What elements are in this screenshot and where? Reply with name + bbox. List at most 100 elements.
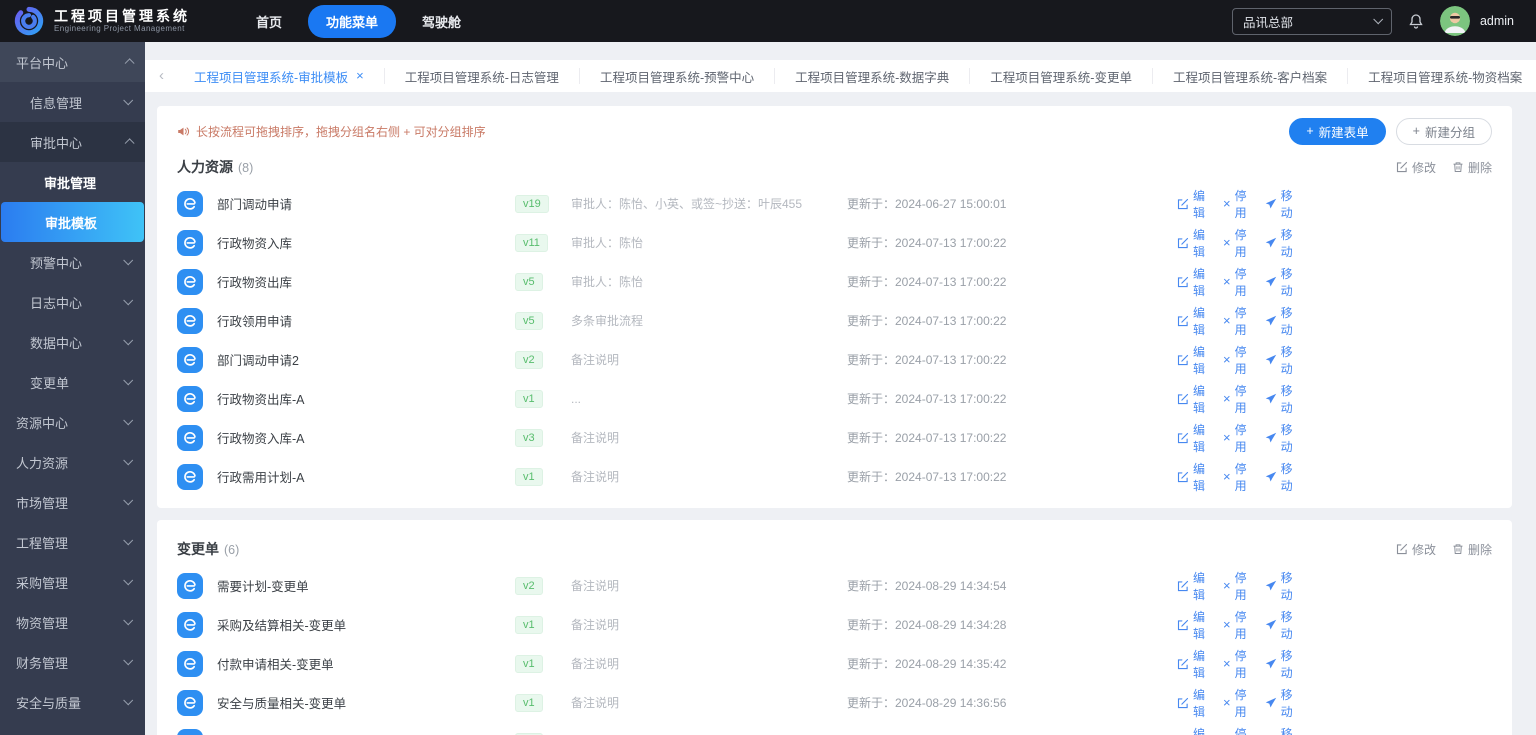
sidebar-item-采购管理[interactable]: 采购管理 [0,562,145,602]
template-row[interactable]: 行政物资出库 v5 审批人：陈怡 更新于：2024-07-13 17:00:22 编辑 ×… [177,262,1492,301]
main-area: ‹ 工程项目管理系统-审批模板 × 工程项目管理系统-日志管理 工程项目管理系统-预警… [145,0,1536,735]
tab-工程项目管理系统-预警中心[interactable]: 工程项目管理系统-预警中心 [578,68,774,85]
tab-工程项目管理系统-审批模板[interactable]: 工程项目管理系统-审批模板 × [174,68,384,85]
row-disable-button[interactable]: ×停用 [1223,304,1247,338]
template-row[interactable]: 行政物资入库 v11 审批人：陈怡 更新于：2024-07-13 17:00:22 编辑… [177,223,1492,262]
template-row[interactable]: 行政领用申请 v5 多条审批流程 更新于：2024-07-13 17:00:22 编辑 ×… [177,301,1492,340]
row-icon-cell [177,572,217,599]
row-edit-button[interactable]: 编辑 [1177,265,1205,299]
row-move-button[interactable]: 移动 [1265,382,1293,416]
nav-home[interactable]: 首页 [238,5,300,38]
sidebar-item-信息管理[interactable]: 信息管理 [0,82,145,122]
sidebar-item-审批中心[interactable]: 审批中心 [0,122,145,162]
sidebar-item-资源中心[interactable]: 资源中心 [0,402,145,442]
template-row[interactable]: 合同登记-变更单v1备注说明更新于：2024-10-11 11:58:54编辑×… [177,722,1492,735]
row-action-label: 编辑 [1193,687,1206,719]
row-disable-button[interactable]: ×停用 [1223,460,1247,494]
template-row[interactable]: 付款申请相关-变更单 v1 备注说明 更新于：2024-08-29 14:35:42 编… [177,644,1492,683]
row-move-button[interactable]: 移动 [1265,725,1293,735]
row-disable-button[interactable]: ×停用 [1223,382,1247,416]
nav-function-menu[interactable]: 功能菜单 [308,4,397,38]
row-edit-button[interactable]: 编辑 [1177,421,1205,455]
new-group-button[interactable]: + 新建分组 [1395,117,1492,145]
org-select[interactable]: 品讯总部 [1231,7,1392,35]
section-modify-button[interactable]: 修改 [1396,159,1436,176]
row-edit-button[interactable]: 编辑 [1177,226,1205,260]
row-move-button[interactable]: 移动 [1265,421,1293,455]
new-form-button[interactable]: + 新建表单 [1289,117,1386,145]
row-disable-button[interactable]: ×停用 [1223,343,1247,377]
sidebar-item-财务管理[interactable]: 财务管理 [0,642,145,682]
row-move-button[interactable]: 移动 [1265,569,1293,603]
sidebar-item-预警中心[interactable]: 预警中心 [0,242,145,282]
sidebar-item-平台中心[interactable]: 平台中心 [0,42,145,82]
template-row[interactable]: 需要计划-变更单 v2 备注说明 更新于：2024-08-29 14:34:54 编辑 ×… [177,566,1492,605]
template-row[interactable]: 行政物资入库-A v3 备注说明 更新于：2024-07-13 17:00:22 编辑 ×… [177,418,1492,457]
nav-cockpit[interactable]: 驾驶舱 [404,5,479,38]
tab-工程项目管理系统-物资档案[interactable]: 工程项目管理系统-物资档案 [1347,68,1536,85]
tab-工程项目管理系统-变更单[interactable]: 工程项目管理系统-变更单 [969,68,1152,85]
template-row[interactable]: 采购及结算相关-变更单 v1 备注说明 更新于：2024-08-29 14:34:28… [177,605,1492,644]
row-title: 部门调动申请2 [217,354,299,368]
sidebar-item-变更单[interactable]: 变更单 [0,362,145,402]
row-edit-button[interactable]: 编辑 [1177,304,1205,338]
row-edit-button[interactable]: 编辑 [1177,343,1205,377]
sidebar-item-审批管理[interactable]: 审批管理 [0,162,145,202]
row-move-button[interactable]: 移动 [1265,460,1293,494]
section-modify-button[interactable]: 修改 [1396,541,1436,558]
bell-icon[interactable] [1408,13,1424,29]
tab-工程项目管理系统-数据字典[interactable]: 工程项目管理系统-数据字典 [774,68,969,85]
avatar[interactable] [1439,6,1470,36]
row-disable-button[interactable]: ×停用 [1223,226,1247,260]
row-disable-button[interactable]: ×停用 [1223,569,1247,603]
tab-工程项目管理系统-日志管理[interactable]: 工程项目管理系统-日志管理 [383,68,579,85]
close-icon[interactable]: × [356,69,364,82]
chevron-down-icon [123,454,134,465]
tab-工程项目管理系统-客户档案[interactable]: 工程项目管理系统-客户档案 [1151,68,1347,85]
row-move-button[interactable]: 移动 [1265,187,1293,221]
sidebar-item-物资管理[interactable]: 物资管理 [0,602,145,642]
row-move-button[interactable]: 移动 [1265,686,1293,720]
sidebar-item-人力资源[interactable]: 人力资源 [0,442,145,482]
row-edit-button[interactable]: 编辑 [1177,382,1205,416]
row-disable-button[interactable]: ×停用 [1223,187,1247,221]
sidebar-item-工程管理[interactable]: 工程管理 [0,522,145,562]
template-row[interactable]: 行政需用计划-A v1 备注说明 更新于：2024-07-13 17:00:22 编辑 ×… [177,457,1492,496]
row-edit-button[interactable]: 编辑 [1177,686,1205,720]
row-disable-button[interactable]: ×停用 [1223,608,1247,642]
row-move-button[interactable]: 移动 [1265,226,1293,260]
row-edit-button[interactable]: 编辑 [1177,608,1205,642]
section-remove-button[interactable]: 删除 [1452,159,1492,176]
sidebar-item-安全与质量[interactable]: 安全与质量 [0,682,145,722]
row-edit-button[interactable]: 编辑 [1177,460,1205,494]
row-edit-button[interactable]: 编辑 [1177,569,1205,603]
paper-plane-icon [1265,471,1277,483]
section-remove-button[interactable]: 删除 [1452,541,1492,558]
row-move-button[interactable]: 移动 [1265,304,1293,338]
row-edit-button[interactable]: 编辑 [1177,725,1205,735]
row-title: 安全与质量相关-变更单 [217,697,347,711]
row-title: 部门调动申请 [217,198,293,212]
sidebar-item-市场管理[interactable]: 市场管理 [0,482,145,522]
template-row[interactable]: 行政物资出库-A v1... 更新于：2024-07-13 17:00:22 编辑 × 停… [177,379,1492,418]
row-disable-button[interactable]: ×停用 [1223,421,1247,455]
row-disable-button[interactable]: ×停用 [1223,686,1247,720]
template-row[interactable]: 安全与质量相关-变更单 v1 备注说明 更新于：2024-08-29 14:36:56… [177,683,1492,722]
sidebar-item-审批模板[interactable]: 审批模板 [1,202,144,242]
row-action-label: 编辑 [1193,461,1206,493]
template-row[interactable]: 部门调动申请 v19 审批人：陈怡、小英、或签~抄送：叶辰455 更新于：2024-0… [177,184,1492,223]
row-move-button[interactable]: 移动 [1265,647,1293,681]
row-disable-button[interactable]: ×停用 [1223,725,1247,735]
row-disable-button[interactable]: ×停用 [1223,647,1247,681]
sidebar-item-日志中心[interactable]: 日志中心 [0,282,145,322]
row-move-button[interactable]: 移动 [1265,608,1293,642]
row-disable-button[interactable]: ×停用 [1223,265,1247,299]
sidebar-item-数据中心[interactable]: 数据中心 [0,322,145,362]
row-edit-button[interactable]: 编辑 [1177,187,1205,221]
row-move-button[interactable]: 移动 [1265,343,1293,377]
tabs-scroll-left-icon[interactable]: ‹ [145,60,174,92]
row-edit-button[interactable]: 编辑 [1177,647,1205,681]
template-row[interactable]: 部门调动申请2 v2 备注说明 更新于：2024-07-13 17:00:22 编辑 × 停… [177,340,1492,379]
row-title: 采购及结算相关-变更单 [217,619,347,633]
row-move-button[interactable]: 移动 [1265,265,1293,299]
